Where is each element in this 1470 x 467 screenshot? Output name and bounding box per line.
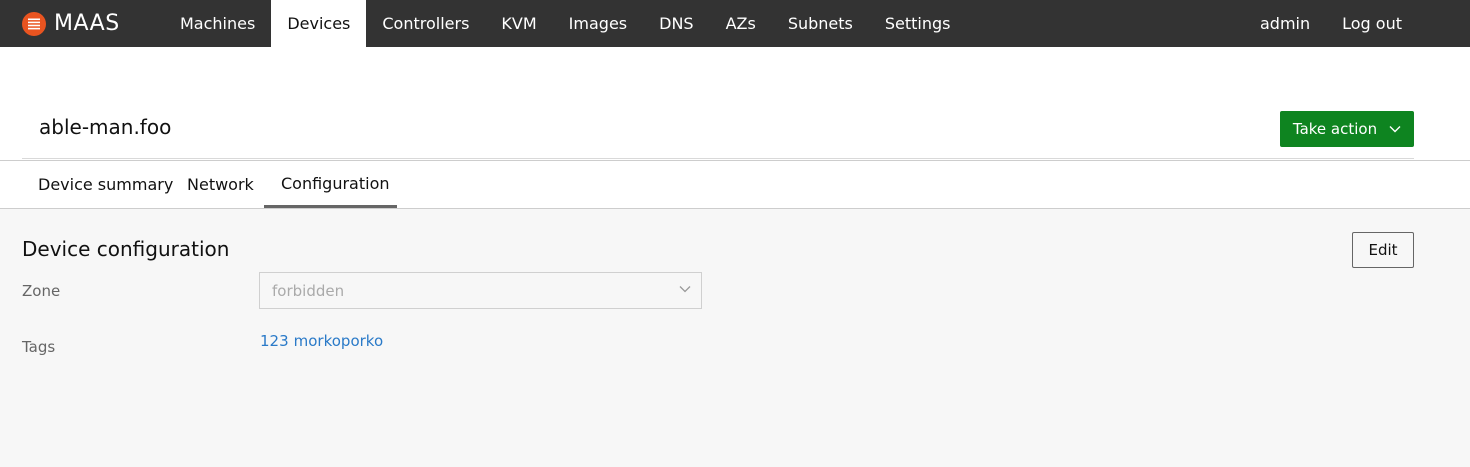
nav-item-devices[interactable]: Devices [271,0,367,47]
tags-list: 123 morkoporko [260,332,388,350]
zone-select[interactable]: forbidden [259,272,702,309]
edit-button[interactable]: Edit [1352,232,1414,268]
zone-label: Zone [22,282,61,300]
page-header: able-man.foo Take action [0,47,1470,161]
brand-name: MAAS [54,11,120,36]
user-nav: admin Log out [1244,0,1418,47]
logout-link[interactable]: Log out [1326,0,1418,47]
section-title: Device configuration [22,237,230,261]
chevron-down-icon [679,286,691,293]
chevron-down-icon [1389,126,1401,133]
top-navigation: MAAS Machines Devices Controllers KVM Im… [0,0,1470,47]
nav-item-controllers[interactable]: Controllers [366,0,485,47]
take-action-button[interactable]: Take action [1280,111,1414,147]
nav-item-dns[interactable]: DNS [643,0,709,47]
nav-item-kvm[interactable]: KVM [485,0,552,47]
page-title: able-man.foo [39,115,172,139]
nav-item-settings[interactable]: Settings [869,0,967,47]
nav-item-images[interactable]: Images [553,0,643,47]
tab-network[interactable]: Network [170,161,271,208]
tab-device-summary[interactable]: Device summary [21,161,190,208]
nav-item-machines[interactable]: Machines [164,0,271,47]
take-action-label: Take action [1292,120,1378,138]
tags-label: Tags [22,338,56,356]
main-nav: Machines Devices Controllers KVM Images … [164,0,967,47]
divider [22,158,1414,159]
nav-item-subnets[interactable]: Subnets [772,0,869,47]
maas-logo-icon [22,11,46,36]
tag-link[interactable]: 123 [260,332,289,350]
tab-configuration[interactable]: Configuration [264,161,397,208]
zone-select-value: forbidden [272,281,345,300]
user-menu-link[interactable]: admin [1244,0,1326,47]
device-tabs: Device summary Network Configuration [0,161,1470,209]
configuration-panel: Device configuration Edit Zone forbidden… [0,209,1470,467]
tag-link[interactable]: morkoporko [294,332,383,350]
brand[interactable]: MAAS [0,0,164,47]
nav-item-azs[interactable]: AZs [710,0,772,47]
